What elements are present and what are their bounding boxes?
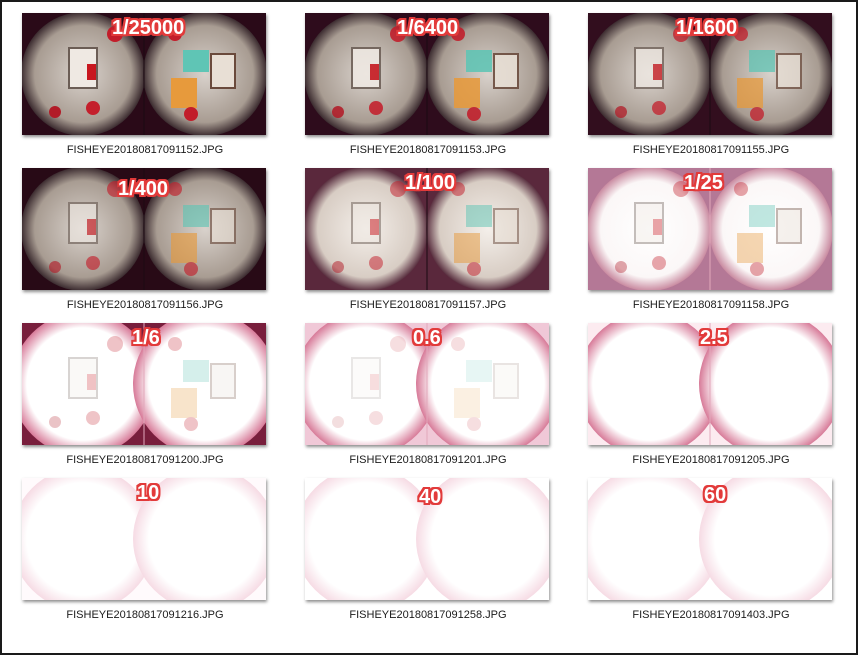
file-item[interactable]: 1/6400 FISHEYE20180817091153.JPG [305, 13, 551, 163]
file-item[interactable]: 1/100 FISHEYE20180817091157.JPG [305, 168, 551, 318]
exposure-label: 2.5 [700, 327, 728, 349]
file-item[interactable]: 0.6 FISHEYE20180817091201.JPG [305, 323, 551, 473]
file-name[interactable]: FISHEYE20180817091258.JPG [305, 609, 551, 621]
file-name[interactable]: FISHEYE20180817091155.JPG [588, 144, 834, 156]
exposure-label: 1/100 [405, 172, 456, 194]
file-item[interactable]: 10 FISHEYE20180817091216.JPG [22, 478, 268, 628]
exposure-label: 0.6 [413, 327, 441, 349]
file-name[interactable]: FISHEYE20180817091205.JPG [588, 454, 834, 466]
exposure-label: 1/25000 [112, 17, 185, 39]
file-item[interactable]: 1/25000 FISHEYE20180817091152.JPG [22, 13, 268, 163]
exposure-label: 10 [137, 482, 160, 504]
file-name[interactable]: FISHEYE20180817091158.JPG [588, 299, 834, 311]
file-name[interactable]: FISHEYE20180817091216.JPG [22, 609, 268, 621]
exposure-label: 1/6400 [397, 17, 459, 39]
file-item[interactable]: 1/6 FISHEYE20180817091200.JPG [22, 323, 268, 473]
file-item[interactable]: 1/400 FISHEYE20180817091156.JPG [22, 168, 268, 318]
file-item[interactable]: 60 FISHEYE20180817091403.JPG [588, 478, 834, 628]
file-item[interactable]: 40 FISHEYE20180817091258.JPG [305, 478, 551, 628]
file-browser-window: 1/25000 FISHEYE20180817091152.JPG 1/6400… [0, 0, 858, 655]
file-name[interactable]: FISHEYE20180817091403.JPG [588, 609, 834, 621]
file-name[interactable]: FISHEYE20180817091200.JPG [22, 454, 268, 466]
file-name[interactable]: FISHEYE20180817091157.JPG [305, 299, 551, 311]
exposure-label: 1/1600 [676, 17, 738, 39]
file-name[interactable]: FISHEYE20180817091201.JPG [305, 454, 551, 466]
exposure-label: 1/400 [118, 178, 169, 200]
file-name[interactable]: FISHEYE20180817091152.JPG [22, 144, 268, 156]
file-item[interactable]: 2.5 FISHEYE20180817091205.JPG [588, 323, 834, 473]
file-name[interactable]: FISHEYE20180817091156.JPG [22, 299, 268, 311]
file-item[interactable]: 1/25 FISHEYE20180817091158.JPG [588, 168, 834, 318]
file-item[interactable]: 1/1600 FISHEYE20180817091155.JPG [588, 13, 834, 163]
exposure-label: 60 [704, 484, 727, 506]
exposure-label: 1/6 [132, 327, 160, 349]
exposure-label: 1/25 [684, 172, 723, 194]
file-name[interactable]: FISHEYE20180817091153.JPG [305, 144, 551, 156]
exposure-label: 40 [419, 486, 442, 508]
thumbnail-grid: 1/25000 FISHEYE20180817091152.JPG 1/6400… [2, 2, 856, 653]
